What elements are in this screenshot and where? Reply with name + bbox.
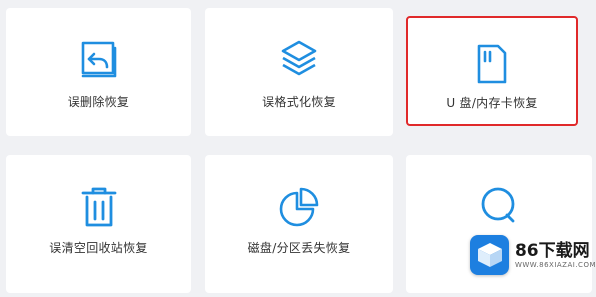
card-usb-memory-card-recovery[interactable]: U 盘/内存卡恢复 (406, 16, 578, 126)
watermark-title: 86下载网 (514, 240, 590, 261)
sd-card-icon (470, 42, 514, 86)
card-partition-recovery[interactable]: 磁盘/分区丢失恢复 (205, 155, 393, 293)
card-recycle-bin-recovery[interactable]: 误清空回收站恢复 (6, 155, 191, 293)
card-deleted-recovery[interactable]: 误删除恢复 (6, 8, 191, 136)
card-label: 误格式化恢复 (262, 95, 336, 109)
watermark-url: WWW.86XIAZAI.COM (514, 260, 596, 269)
recovery-mode-grid: 误删除恢复 误格式化恢复 U 盘/内存卡恢复 误清空回收站恢复 磁盘/分区丢失恢… (0, 0, 596, 297)
trash-icon (77, 185, 121, 229)
pie-chart-icon (277, 185, 321, 229)
layers-icon (277, 38, 321, 82)
search-icon (477, 183, 521, 227)
card-label: U 盘/内存卡恢复 (446, 96, 538, 110)
card-format-recovery[interactable]: 误格式化恢复 (205, 8, 393, 136)
card-label: 误删除恢复 (67, 95, 130, 109)
card-label: 误清空回收站恢复 (49, 241, 148, 255)
recycle-file-icon (77, 38, 121, 82)
cube-logo-icon (470, 235, 509, 275)
watermark: 86下载网 WWW.86XIAZAI.COM (470, 233, 596, 277)
card-label: 磁盘/分区丢失恢复 (247, 241, 351, 255)
